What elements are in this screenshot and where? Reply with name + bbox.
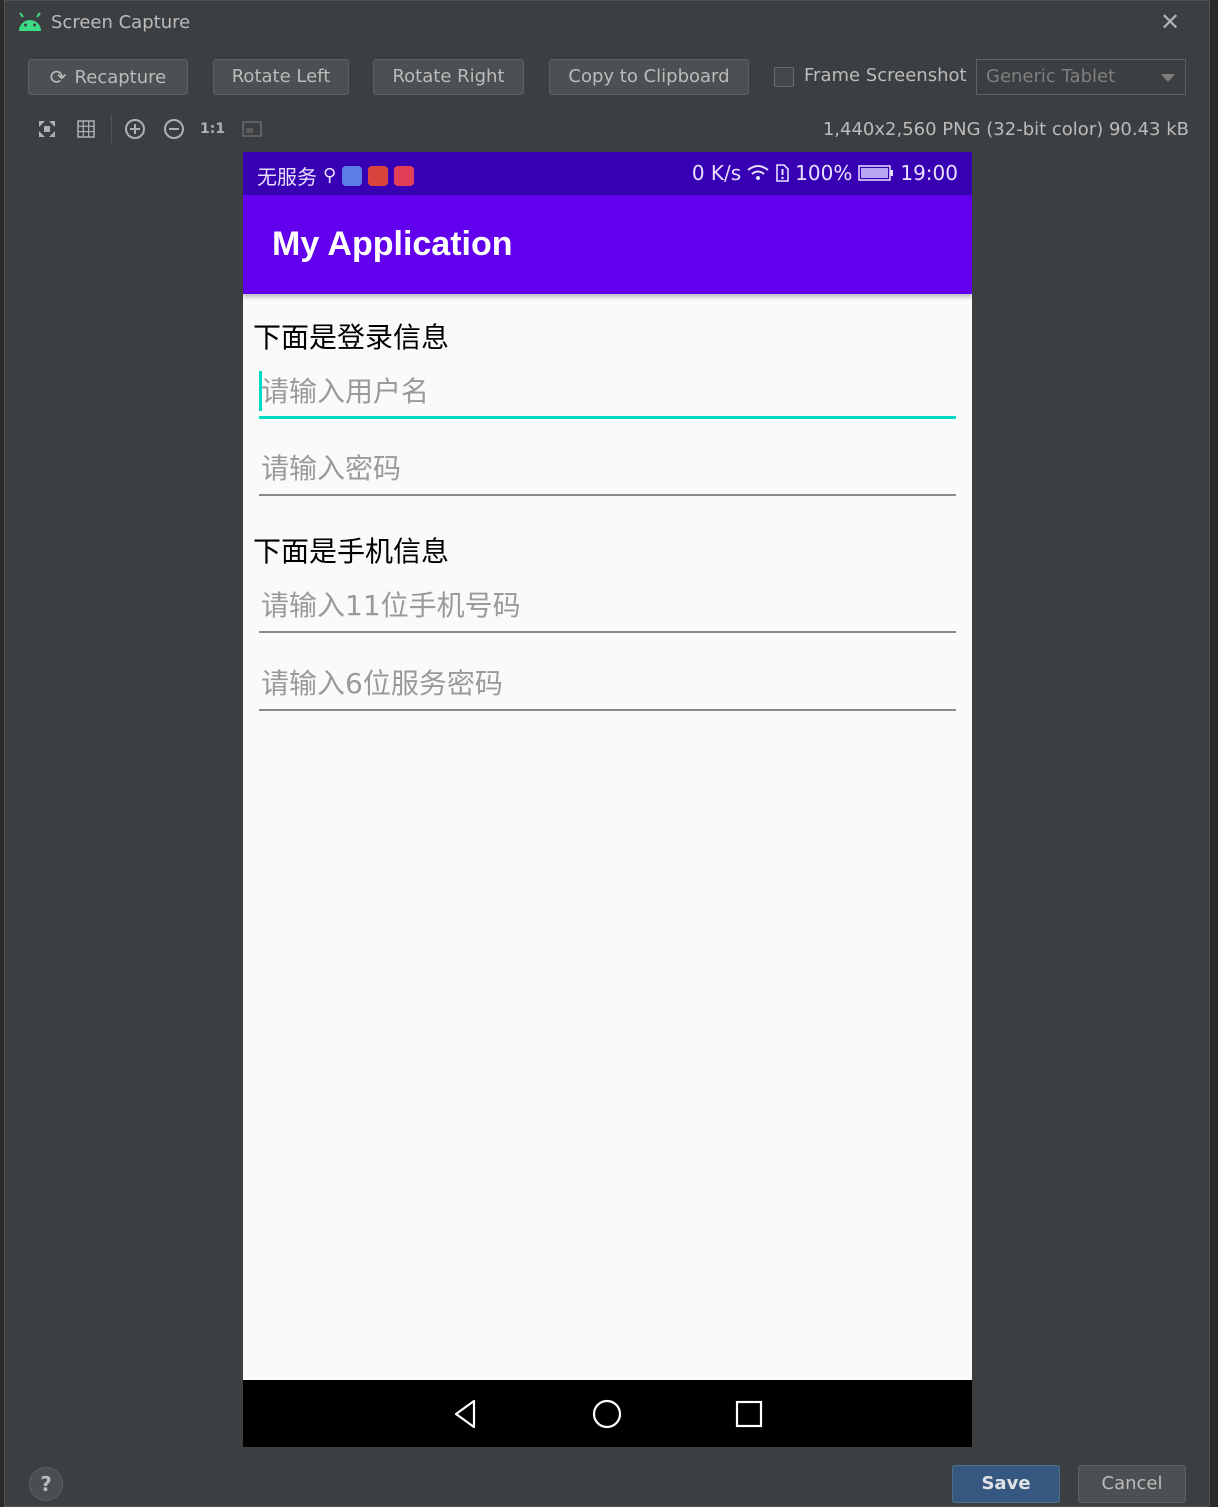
usb-icon: ⚲ — [323, 165, 337, 186]
image-info: 1,440x2,560 PNG (32-bit color) 90.43 kB — [822, 119, 1189, 140]
window-title: Screen Capture — [51, 12, 191, 33]
crop-icon[interactable] — [240, 117, 264, 141]
navigation-bar — [243, 1380, 972, 1447]
service-password-underline — [259, 709, 956, 711]
title-bar: Screen Capture ✕ — [5, 1, 1209, 45]
toolbar: ⟳ Recapture Rotate Left Rotate Right Copy… — [5, 57, 1209, 97]
close-icon[interactable]: ✕ — [1157, 9, 1183, 35]
text-cursor — [259, 371, 262, 411]
help-button[interactable]: ? — [29, 1467, 63, 1501]
network-speed: 0 K/s — [691, 161, 742, 185]
phone-number-underline — [259, 631, 956, 633]
rotate-right-button[interactable]: Rotate Right — [373, 59, 524, 95]
status-left: 无服务 ⚲ — [257, 161, 415, 190]
background-editor-strip-right — [1210, 0, 1218, 1507]
device-select-value: Generic Tablet — [986, 66, 1116, 87]
rotate-left-button[interactable]: Rotate Left — [213, 59, 349, 95]
message-notification-icon — [394, 165, 415, 186]
refresh-icon: ⟳ — [49, 65, 67, 89]
zoom-toolbar: 1:1 1,440x2,560 PNG (32-bit color) 90.43… — [5, 113, 1209, 145]
password-field[interactable] — [259, 440, 956, 496]
username-underline — [259, 416, 956, 419]
recents-icon[interactable] — [731, 1396, 767, 1432]
carrier-text: 无服务 — [257, 165, 317, 189]
app-notification-icon — [342, 165, 363, 186]
battery-percent: 100% — [795, 161, 853, 185]
clock: 19:00 — [900, 161, 958, 185]
grid-icon[interactable] — [74, 117, 98, 141]
app-title: My Application — [272, 225, 513, 263]
zoom-out-icon[interactable] — [162, 117, 186, 141]
battery-icon — [858, 165, 894, 181]
save-button[interactable]: Save — [952, 1465, 1060, 1503]
android-icon — [19, 12, 41, 31]
wifi-icon — [747, 165, 769, 180]
password-input[interactable] — [259, 440, 956, 496]
toolbar-separator — [111, 115, 112, 143]
password-underline — [259, 494, 956, 496]
chevron-down-icon — [1161, 74, 1175, 82]
username-input[interactable] — [259, 363, 956, 419]
zoom-in-icon[interactable] — [123, 117, 147, 141]
phone-section-label: 下面是手机信息 — [253, 535, 450, 568]
service-password-input[interactable] — [259, 655, 956, 711]
cancel-button[interactable]: Cancel — [1078, 1465, 1186, 1503]
service-password-field[interactable] — [259, 655, 956, 711]
status-bar: 无服务 ⚲ 0 K/s 100% 19:00 — [243, 152, 972, 195]
actual-size-icon[interactable]: 1:1 — [200, 117, 225, 141]
login-section-label: 下面是登录信息 — [253, 321, 450, 354]
phone-number-field[interactable] — [259, 577, 956, 633]
device-screenshot: 无服务 ⚲ 0 K/s 100% 19:00 My Application 下面… — [243, 152, 972, 1447]
phone-number-input[interactable] — [259, 577, 956, 633]
recapture-label: Recapture — [74, 67, 167, 88]
device-select[interactable]: Generic Tablet — [976, 59, 1186, 95]
back-icon[interactable] — [448, 1396, 484, 1432]
fit-screen-icon[interactable] — [35, 117, 59, 141]
frame-screenshot-checkbox[interactable] — [774, 67, 794, 87]
copy-to-clipboard-button[interactable]: Copy to Clipboard — [549, 59, 749, 95]
recapture-button[interactable]: ⟳ Recapture — [28, 59, 188, 95]
username-field[interactable] — [259, 363, 956, 419]
home-icon[interactable] — [589, 1396, 625, 1432]
app-bar: My Application — [243, 195, 972, 294]
status-right: 0 K/s 100% 19:00 — [692, 161, 958, 185]
frame-screenshot-label[interactable]: Frame Screenshot — [804, 65, 967, 86]
screen-capture-dialog: Screen Capture ✕ ⟳ Recapture Rotate Left … — [4, 0, 1210, 1507]
dialog-footer: ? Save Cancel — [5, 1457, 1209, 1507]
book-notification-icon — [368, 165, 389, 186]
sim-alert-icon — [776, 164, 789, 182]
